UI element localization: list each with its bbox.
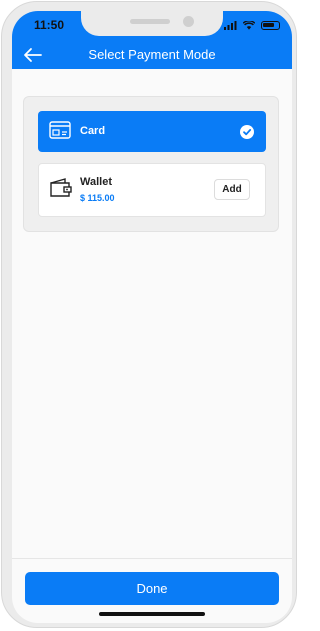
wifi-icon bbox=[243, 20, 255, 30]
battery-icon bbox=[261, 20, 280, 30]
add-money-button[interactable]: Add bbox=[214, 179, 250, 200]
selected-check-icon bbox=[240, 125, 254, 139]
phone-frame: 11:50 Select Payment Mode Card Wallet $ … bbox=[1, 1, 297, 628]
app-header: 11:50 Select Payment Mode bbox=[12, 11, 292, 69]
payment-options-panel: Card Wallet $ 115.00 Add bbox=[23, 96, 279, 232]
payment-option-wallet[interactable]: Wallet $ 115.00 Add bbox=[38, 163, 266, 217]
front-camera bbox=[183, 16, 194, 27]
wallet-balance: $ 115.00 bbox=[80, 193, 115, 203]
signal-icon bbox=[224, 20, 237, 30]
speaker-grille bbox=[130, 19, 170, 24]
home-indicator bbox=[99, 612, 205, 616]
footer-divider bbox=[12, 558, 292, 559]
payment-option-card[interactable]: Card bbox=[38, 111, 266, 152]
card-option-label: Card bbox=[80, 125, 106, 137]
status-time: 11:50 bbox=[34, 18, 65, 32]
page-title: Select Payment Mode bbox=[88, 47, 216, 62]
wallet-icon bbox=[50, 178, 72, 197]
app-screen: 11:50 Select Payment Mode Card Wallet $ … bbox=[12, 11, 292, 623]
credit-card-icon bbox=[49, 121, 71, 139]
wallet-option-label: Wallet bbox=[80, 176, 112, 188]
device-notch bbox=[81, 11, 223, 36]
done-button[interactable]: Done bbox=[25, 572, 279, 605]
status-icons bbox=[224, 19, 280, 31]
